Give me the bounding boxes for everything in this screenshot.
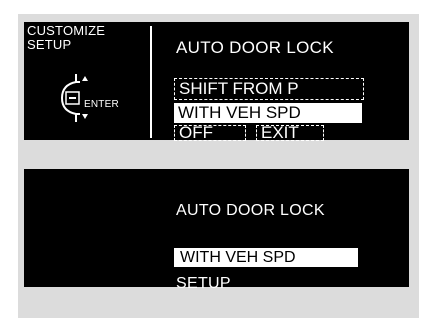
option-off[interactable]: OFF [174,124,246,141]
option-with-veh-spd[interactable]: WITH VEH SPD [174,103,362,123]
selector-knob-icon[interactable] [58,72,118,124]
menu-title: AUTO DOOR LOCK [176,38,334,57]
display-screen-confirm: AUTO DOOR LOCK WITH VEH SPD SETUP [24,169,409,292]
confirm-title: AUTO DOOR LOCK [176,202,325,219]
display-screen-menu: CUSTOMIZE SETUP ENTER AUTO DOOR LOCK SHI… [24,22,409,141]
customize-setup-label: CUSTOMIZE SETUP [27,23,106,52]
arrow-up-icon [82,76,88,81]
confirm-selected-value: WITH VEH SPD [174,248,358,267]
arrow-down-icon [82,114,88,119]
confirm-footer: SETUP [176,275,231,292]
option-shift-from-p[interactable]: SHIFT FROM P [174,78,364,100]
enter-label: ENTER [84,99,119,110]
option-exit[interactable]: EXIT [256,124,324,141]
vertical-divider [150,26,152,138]
